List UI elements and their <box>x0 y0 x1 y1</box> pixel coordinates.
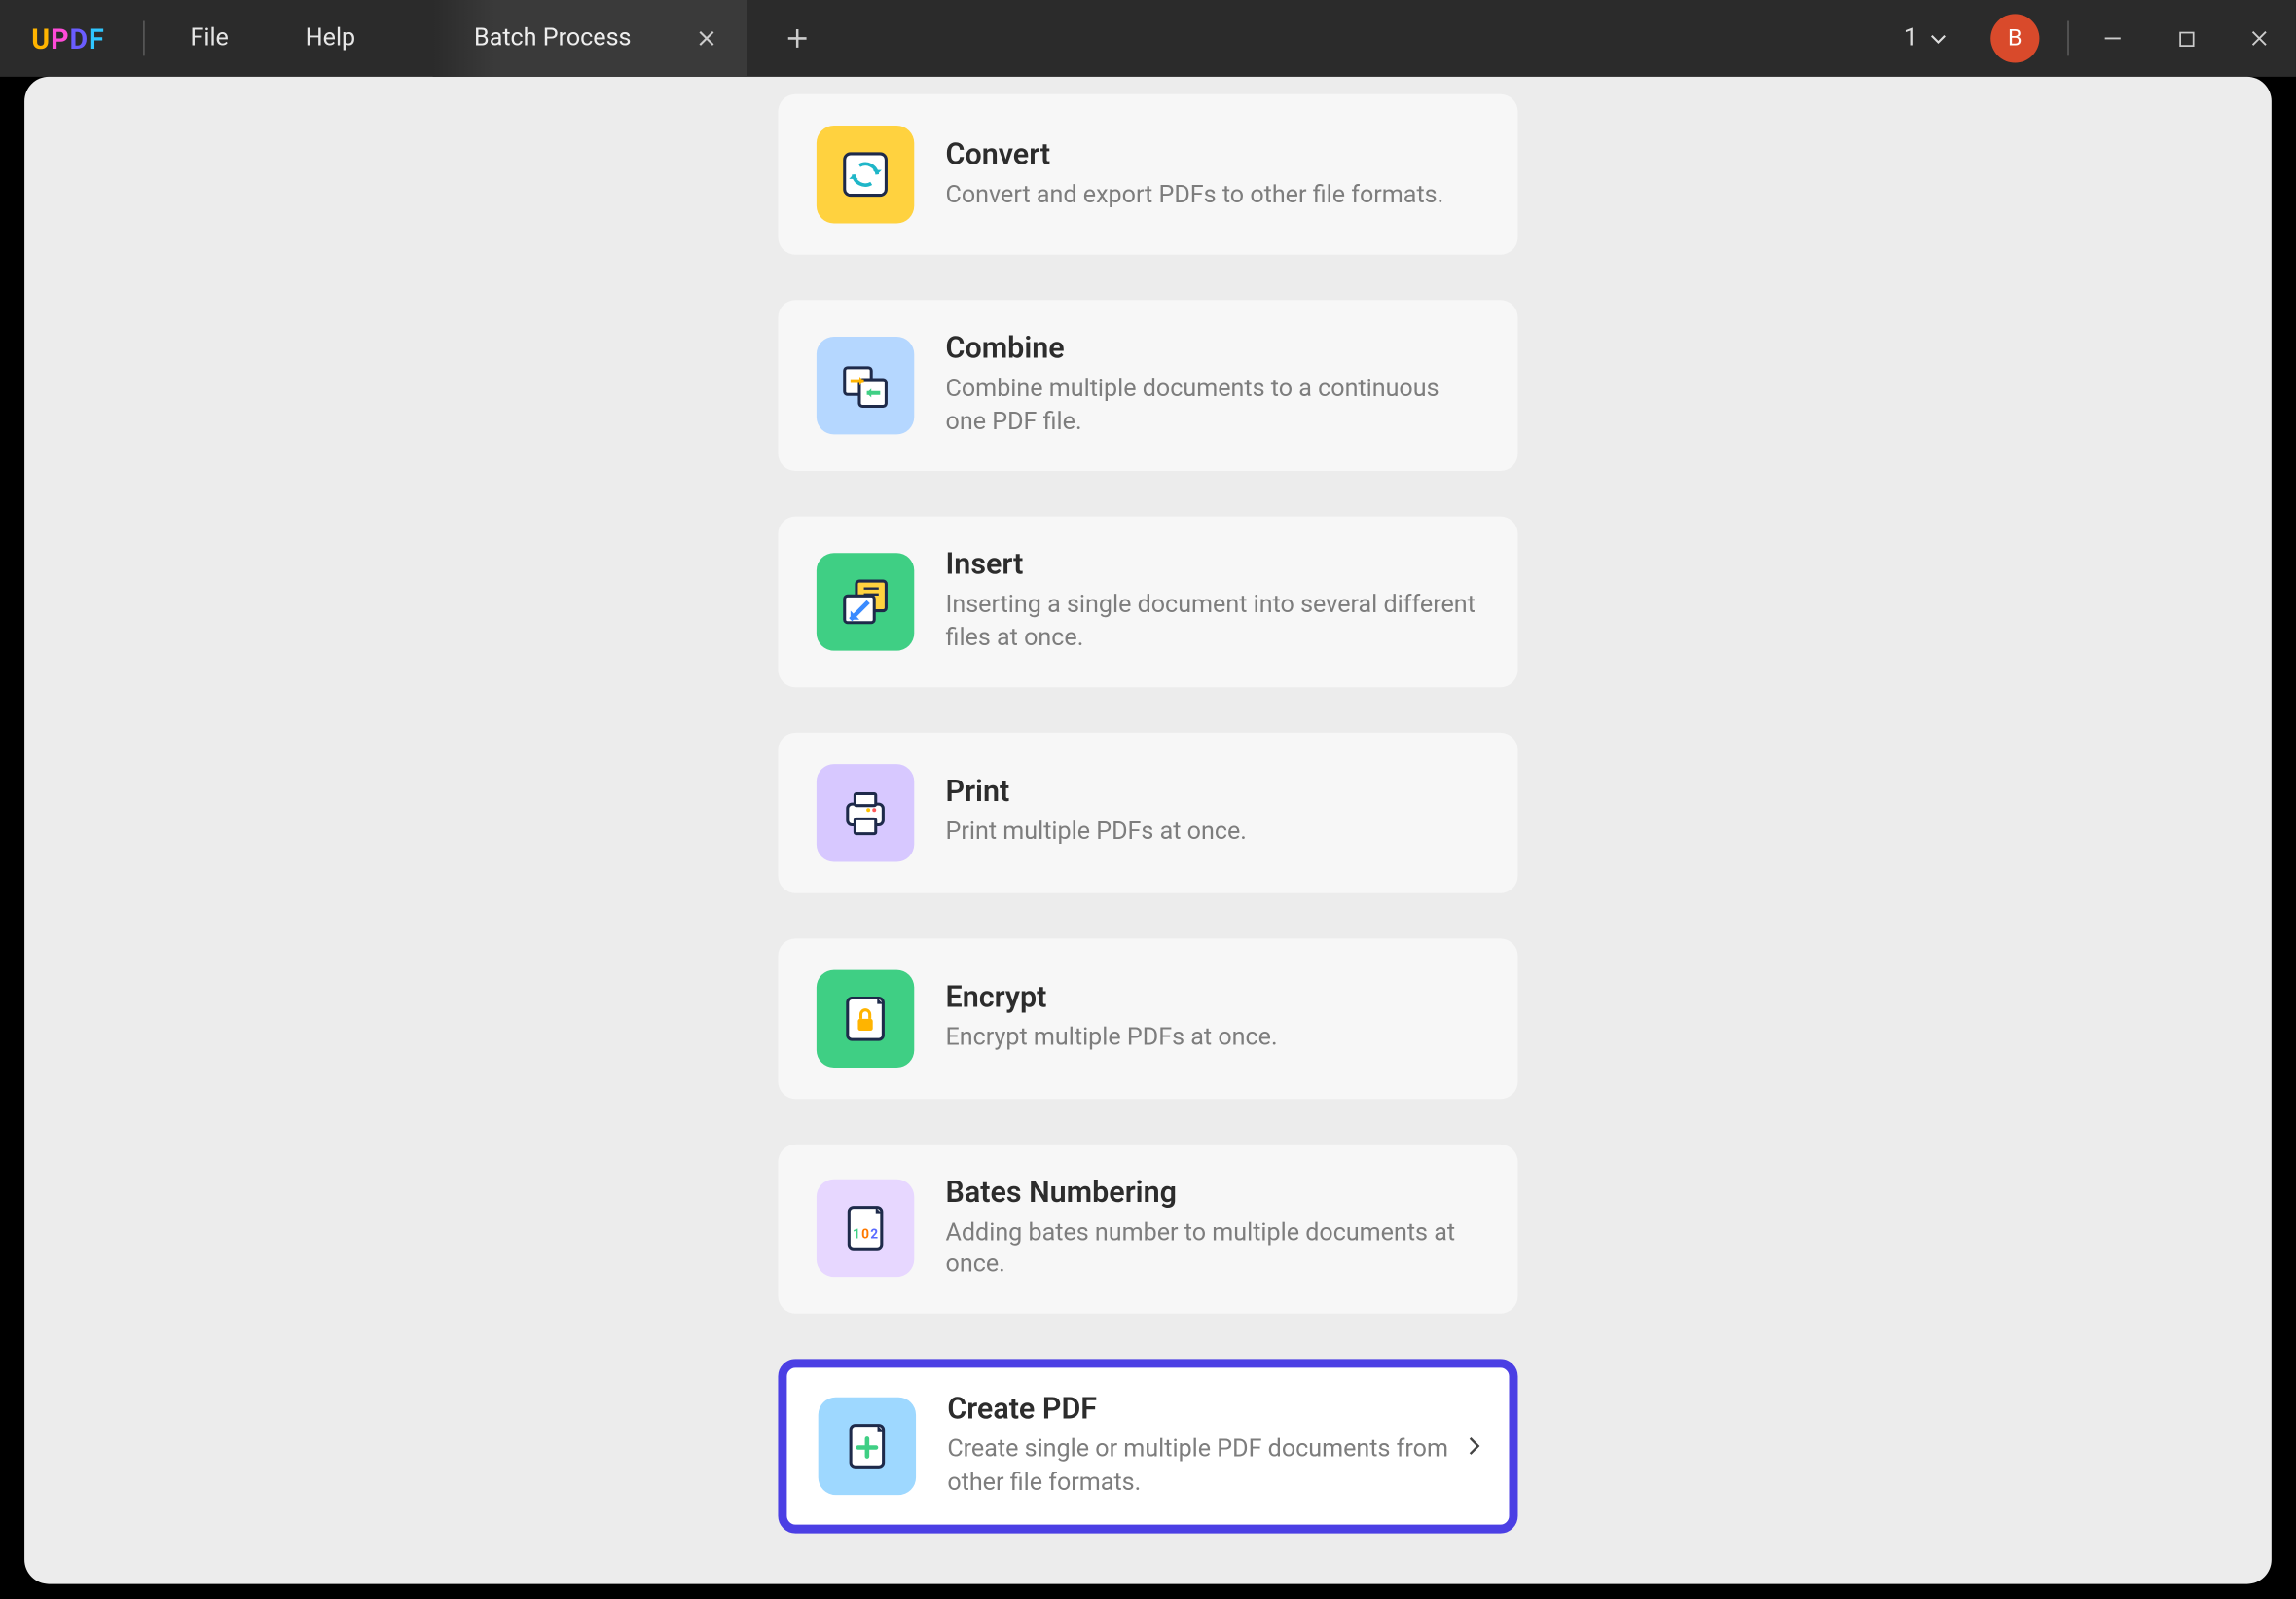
card-combine[interactable]: Combine Combine multiple documents to a … <box>778 300 1517 470</box>
divider <box>143 21 145 56</box>
card-convert[interactable]: Convert Convert and export PDFs to other… <box>778 94 1517 255</box>
print-icon <box>817 763 914 860</box>
card-title: Print <box>946 775 1480 810</box>
card-desc: Convert and export PDFs to other file fo… <box>946 179 1480 212</box>
batch-process-page: Convert Convert and export PDFs to other… <box>24 77 2272 1584</box>
card-desc: Encrypt multiple PDFs at once. <box>946 1023 1480 1056</box>
divider <box>2067 21 2069 56</box>
card-print[interactable]: Print Print multiple PDFs at once. <box>778 732 1517 892</box>
chevron-right-icon <box>1464 1430 1485 1463</box>
card-bates-numbering[interactable]: 012 Bates Numbering Adding bates number … <box>778 1144 1517 1314</box>
encrypt-icon <box>817 969 914 1067</box>
minimize-icon <box>2102 28 2124 50</box>
workspace: Convert Convert and export PDFs to other… <box>0 77 2296 1598</box>
tab-batch-process[interactable]: Batch Process <box>432 0 747 77</box>
card-create-pdf[interactable]: Create PDF Create single or multiple PDF… <box>778 1360 1517 1534</box>
card-desc: Inserting a single document into several… <box>946 589 1480 655</box>
chevron-down-icon <box>1928 28 1950 50</box>
avatar[interactable]: B <box>1990 14 2039 62</box>
card-title: Encrypt <box>946 981 1480 1016</box>
file-menu[interactable]: File <box>152 0 267 77</box>
window-count-dropdown[interactable]: 1 <box>1882 24 1969 53</box>
card-title: Create PDF <box>947 1393 1477 1428</box>
close-icon <box>2249 28 2271 50</box>
card-desc: Adding bates number to multiple document… <box>946 1217 1480 1283</box>
app-logo: UPDF <box>0 21 136 55</box>
maximize-icon <box>2176 29 2196 49</box>
svg-text:2: 2 <box>870 1227 878 1243</box>
close-icon[interactable] <box>690 22 721 54</box>
window-count: 1 <box>1904 24 1917 53</box>
card-title: Combine <box>946 332 1480 367</box>
combine-icon <box>817 337 914 434</box>
convert-icon <box>817 126 914 223</box>
card-desc: Create single or multiple PDF documents … <box>947 1435 1477 1501</box>
svg-text:0: 0 <box>861 1227 869 1243</box>
svg-text:1: 1 <box>853 1227 860 1243</box>
card-list: Convert Convert and export PDFs to other… <box>778 77 1517 1534</box>
card-title: Bates Numbering <box>946 1175 1480 1210</box>
new-tab-button[interactable] <box>767 9 826 68</box>
card-title: Convert <box>946 137 1480 172</box>
window-controls: 1 B <box>1882 0 2296 77</box>
card-encrypt[interactable]: Encrypt Encrypt multiple PDFs at once. <box>778 938 1517 1099</box>
close-button[interactable] <box>2223 0 2296 77</box>
tab-title: Batch Process <box>474 24 631 53</box>
titlebar: UPDF File Help Batch Process 1 B <box>0 0 2296 77</box>
card-insert[interactable]: Insert Inserting a single document into … <box>778 516 1517 686</box>
help-menu[interactable]: Help <box>267 0 393 77</box>
create-pdf-icon <box>819 1398 916 1495</box>
insert-icon <box>817 553 914 650</box>
card-desc: Print multiple PDFs at once. <box>946 817 1480 850</box>
card-desc: Combine multiple documents to a continuo… <box>946 374 1480 440</box>
maximize-button[interactable] <box>2149 0 2222 77</box>
tabbar: Batch Process <box>432 0 826 77</box>
bates-icon: 012 <box>817 1181 914 1278</box>
card-title: Insert <box>946 547 1480 582</box>
minimize-button[interactable] <box>2076 0 2149 77</box>
